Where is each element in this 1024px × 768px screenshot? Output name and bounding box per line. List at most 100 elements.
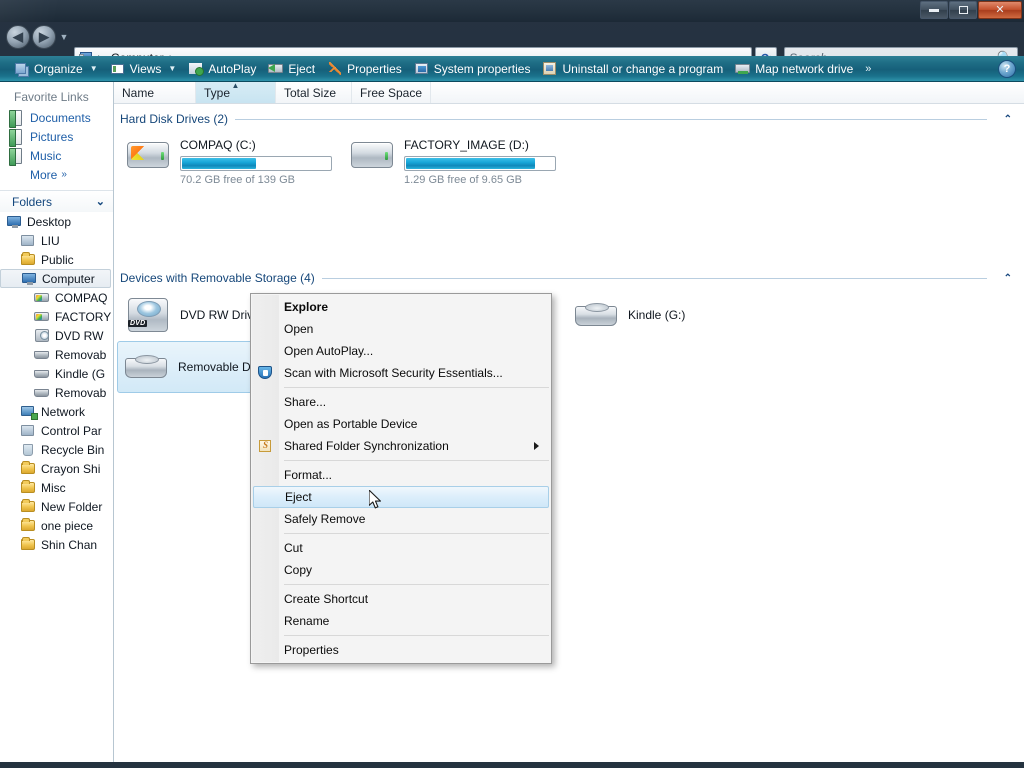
context-menu: Explore Open Open AutoPlay... Scan with Mic… (250, 293, 552, 664)
toolbar-eject[interactable]: Eject (262, 58, 321, 80)
menu-item-share[interactable]: Share... (251, 391, 551, 413)
column-header-type[interactable]: ▲ Type (196, 81, 276, 103)
tree-item-crayon-shi[interactable]: Crayon Shi (0, 459, 113, 478)
group-header-removable-storage[interactable]: Devices with Removable Storage (4) ⌃ (114, 268, 1024, 288)
favorite-link-pictures[interactable]: Pictures (0, 127, 113, 147)
column-header-label: Type (204, 85, 231, 100)
menu-item-label: Open as Portable Device (284, 417, 418, 431)
toolbar-system-properties-label: System properties (433, 61, 531, 76)
menu-item-rename[interactable]: Rename (251, 610, 551, 632)
toolbar-autoplay[interactable]: AutoPlay (182, 58, 262, 80)
folders-header[interactable]: Folders ⌄ (0, 190, 113, 212)
toolbar-properties[interactable]: Properties (321, 58, 408, 80)
eject-icon (268, 61, 284, 77)
menu-item-safely-remove[interactable]: Safely Remove (251, 508, 551, 530)
menu-item-cut[interactable]: Cut (251, 537, 551, 559)
tree-item-liu[interactable]: LIU (0, 231, 113, 250)
dvd-drive-icon: DVD (124, 294, 172, 336)
group-title: Devices with Removable Storage (4) (120, 271, 315, 285)
tree-item-shin-chan[interactable]: Shin Chan (0, 535, 113, 554)
favorite-links-list: Documents Pictures Music More» (0, 108, 113, 184)
history-dropdown-button[interactable]: ▼ (58, 32, 70, 42)
close-button[interactable]: ✕ (978, 1, 1022, 19)
column-header-name[interactable]: Name (114, 82, 196, 103)
folders-label: Folders (12, 194, 53, 209)
column-header-total-size[interactable]: Total Size (276, 82, 352, 103)
drive-item-factory-image-d[interactable]: FACTORY_IMAGE (D:) 1.29 GB free of 9.65 … (344, 130, 562, 190)
back-button[interactable]: ◀ (6, 25, 30, 49)
maximize-button[interactable] (949, 1, 977, 19)
tree-item-recycle-bin[interactable]: Recycle Bin (0, 440, 113, 459)
tree-item-public[interactable]: Public (0, 250, 113, 269)
menu-item-label: Rename (284, 614, 330, 628)
tree-item-label: Recycle Bin (41, 442, 105, 457)
favorite-link-documents[interactable]: Documents (0, 108, 113, 128)
hard-drive-icon (348, 134, 396, 176)
pictures-icon (8, 128, 24, 147)
menu-item-properties[interactable]: Properties (251, 639, 551, 661)
title-bar: ✕ (0, 0, 1024, 22)
tree-item-kindle-g[interactable]: Kindle (G (0, 364, 113, 383)
menu-item-eject[interactable]: Eject (253, 486, 549, 508)
toolbar-map-network-drive[interactable]: Map network drive (729, 58, 859, 80)
hard-drive-icon (124, 134, 172, 176)
minimize-button[interactable] (920, 1, 948, 19)
user-icon (20, 233, 36, 249)
menu-item-scan-with-microsoft-security-essentials[interactable]: Scan with Microsoft Security Essentials.… (251, 362, 551, 384)
toolbar-organize[interactable]: Organize ▼ (8, 58, 104, 80)
tree-item-one-piece[interactable]: one piece (0, 516, 113, 535)
tree-item-factory[interactable]: FACTORY (0, 307, 113, 326)
context-menu-items: Explore Open Open AutoPlay... Scan with Mic… (251, 296, 551, 661)
autoplay-icon (188, 61, 205, 77)
chevron-up-icon[interactable]: ⌃ (1004, 114, 1024, 125)
capacity-gauge (180, 156, 332, 171)
network-icon (20, 404, 38, 420)
removable-drive-icon (122, 346, 170, 388)
map-network-drive-icon (735, 61, 751, 77)
tree-item-control-par[interactable]: Control Par (0, 421, 113, 440)
menu-item-label: Properties (284, 643, 339, 657)
chevron-down-icon[interactable]: ⌄ (96, 195, 105, 208)
menu-item-open[interactable]: Open (251, 318, 551, 340)
menu-item-copy[interactable]: Copy (251, 559, 551, 581)
forward-button[interactable]: ▶ (32, 25, 56, 49)
menu-item-open-as-portable-device[interactable]: Open as Portable Device (251, 413, 551, 435)
column-header-free-space[interactable]: Free Space (352, 82, 431, 103)
favorite-links-more-button[interactable]: More» (0, 165, 113, 184)
menu-item-format[interactable]: Format... (251, 464, 551, 486)
toolbar-uninstall[interactable]: Uninstall or change a program (536, 58, 729, 80)
column-header-label: Total Size (284, 85, 337, 100)
navigation-pane: Favorite Links Documents Pictures Music Mor… (0, 82, 113, 762)
menu-separator (284, 635, 549, 636)
group-header-hard-disk-drives[interactable]: Hard Disk Drives (2) ⌃ (114, 109, 1024, 129)
tree-item-label: Misc (41, 480, 66, 495)
toolbar-system-properties[interactable]: System properties (408, 58, 537, 80)
tree-item-removab[interactable]: Removab (0, 383, 113, 402)
navigation-bar: ◀ ▶ ▼ ▶ Computer ▶ ▼ ⟳ 🔍 (0, 22, 1024, 69)
tree-item-label: New Folder (41, 499, 103, 514)
menu-item-label: Scan with Microsoft Security Essentials.… (284, 366, 503, 380)
device-item-kindle-g[interactable]: Kindle (G:) (568, 290, 691, 340)
chevron-up-icon[interactable]: ⌃ (1004, 273, 1024, 284)
menu-item-explore[interactable]: Explore (251, 296, 551, 318)
command-toolbar: Organize ▼ Views ▼ AutoPlay Eject Proper… (0, 56, 1024, 82)
drive-item-compaq-c[interactable]: COMPAQ (C:) 70.2 GB free of 139 GB (120, 130, 338, 190)
menu-item-create-shortcut[interactable]: Create Shortcut (251, 588, 551, 610)
tree-item-dvd-rw[interactable]: DVD RW (0, 326, 113, 345)
help-button[interactable]: ? (998, 60, 1016, 78)
tree-item-network[interactable]: Network (0, 402, 113, 421)
toolbar-overflow-button[interactable]: » (859, 63, 877, 75)
tree-item-new-folder[interactable]: New Folder (0, 497, 113, 516)
menu-item-shared-folder-synchronization[interactable]: Shared Folder Synchronization (251, 435, 551, 457)
menu-item-open-autoplay[interactable]: Open AutoPlay... (251, 340, 551, 362)
explorer-window: ✕ ◀ ▶ ▼ ▶ Computer ▶ ▼ ⟳ 🔍 Organize ▼ Vi… (0, 0, 1024, 768)
tree-item-removab[interactable]: Removab (0, 345, 113, 364)
maximize-icon (958, 6, 968, 14)
tree-item-compaq[interactable]: COMPAQ (0, 288, 113, 307)
tree-item-desktop[interactable]: Desktop (0, 212, 113, 231)
views-icon (110, 61, 126, 77)
tree-item-computer[interactable]: Computer (0, 269, 111, 288)
tree-item-misc[interactable]: Misc (0, 478, 113, 497)
toolbar-views[interactable]: Views ▼ (104, 58, 183, 80)
favorite-link-music[interactable]: Music (0, 146, 113, 166)
